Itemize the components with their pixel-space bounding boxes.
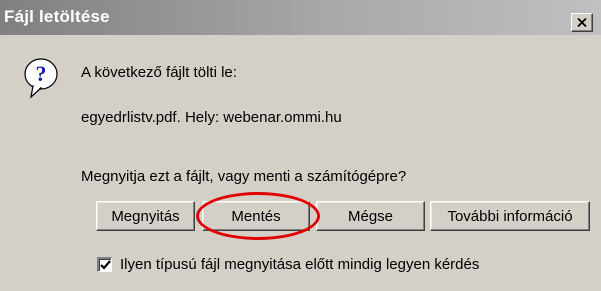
svg-text:?: ? <box>36 61 47 86</box>
file-name-location-text: egyedrlistv.pdf. Hely: webenar.ommi.hu <box>81 109 342 126</box>
save-button[interactable]: Mentés <box>202 201 310 231</box>
always-ask-checkbox-label[interactable]: Ilyen típusú fájl megnyitása előtt mindi… <box>120 256 479 273</box>
window-title: Fájl letöltése <box>4 7 110 26</box>
title-bar[interactable]: Fájl letöltése <box>0 0 601 35</box>
download-intro-text: A következő fájlt tölti le: <box>81 64 237 81</box>
open-button[interactable]: Megnyitás <box>96 201 195 231</box>
file-download-dialog: Fájl letöltése ? A következő fájlt tölti… <box>0 0 601 291</box>
more-info-button[interactable]: További információ <box>430 201 590 231</box>
question-icon: ? <box>24 58 58 99</box>
always-ask-checkbox[interactable] <box>97 257 112 272</box>
open-or-save-prompt: Megnyitja ezt a fájlt, vagy menti a szám… <box>81 168 407 185</box>
cancel-button[interactable]: Mégse <box>316 201 425 231</box>
close-icon <box>577 18 587 27</box>
checkmark-icon <box>99 260 111 270</box>
close-button[interactable] <box>571 13 593 32</box>
